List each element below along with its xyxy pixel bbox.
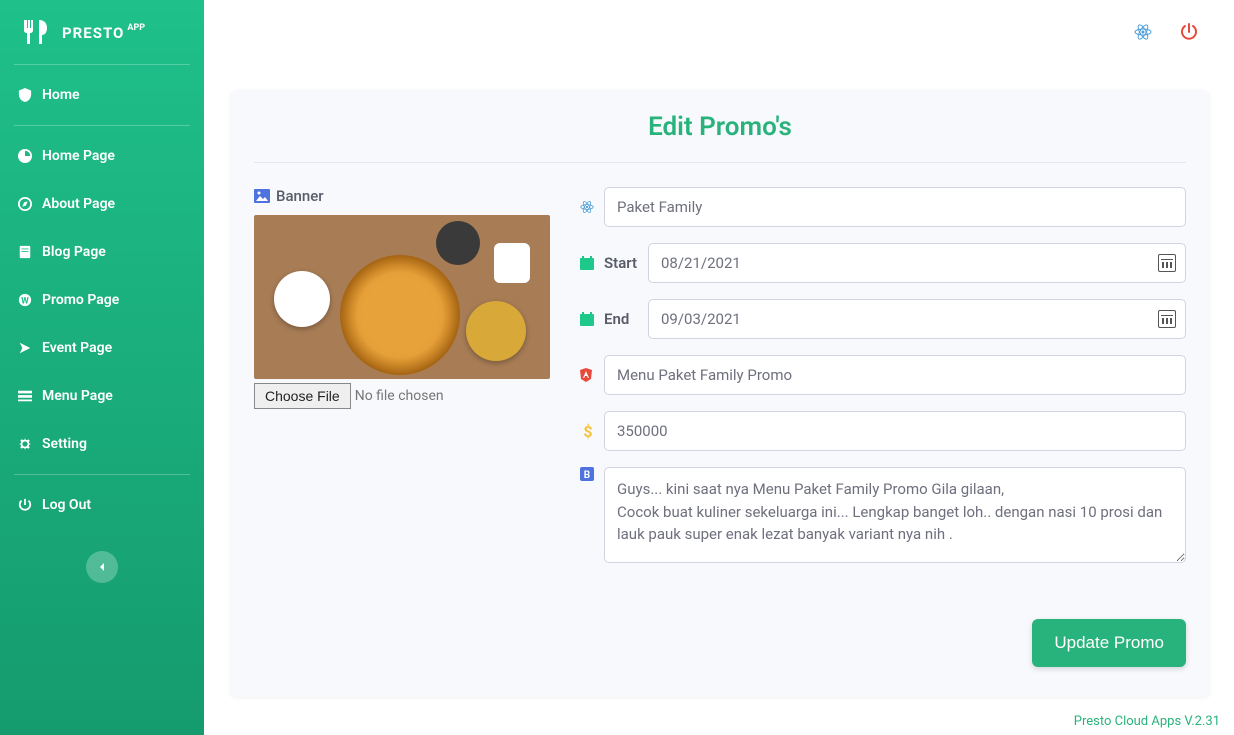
calendar-icon — [580, 256, 596, 270]
promo-name-input[interactable] — [604, 187, 1186, 227]
sidebar-item-about-page[interactable]: About Page — [0, 180, 204, 228]
brand-title: PRESTO — [62, 24, 124, 42]
end-label: End — [604, 310, 640, 328]
dollar-icon: $ — [580, 422, 596, 441]
event-icon — [18, 341, 32, 355]
sidebar-item-label: Blog Page — [42, 244, 106, 260]
sidebar-item-logout[interactable]: Log Out — [0, 481, 204, 529]
brand-sup: APP — [127, 23, 145, 33]
brand[interactable]: PRESTOAPP — [0, 12, 204, 58]
sidebar-collapse-button[interactable] — [86, 551, 118, 583]
sidebar-item-label: Menu Page — [42, 388, 113, 404]
sidebar-item-label: About Page — [42, 196, 115, 212]
choose-file-button[interactable]: Choose File — [254, 383, 351, 409]
end-date-input[interactable] — [648, 299, 1186, 339]
sidebar-item-label: Setting — [42, 436, 87, 452]
main-card: Edit Promo's Banner Choose File No file … — [230, 90, 1210, 697]
sidebar-item-label: Promo Page — [42, 292, 119, 308]
page-title: Edit Promo's — [254, 112, 1186, 142]
svg-text:B: B — [584, 470, 590, 481]
sidebar-item-blog-page[interactable]: Blog Page — [0, 228, 204, 276]
badge-icon: W — [18, 293, 32, 307]
calendar-icon — [580, 312, 596, 326]
menu-icon — [18, 389, 32, 403]
document-icon — [18, 245, 32, 259]
sidebar-item-home-page[interactable]: Home Page — [0, 132, 204, 180]
banner-preview-image — [254, 215, 550, 379]
topbar — [204, 0, 1234, 64]
sidebar-item-label: Home — [42, 87, 80, 103]
banner-label-text: Banner — [276, 187, 324, 205]
sidebar-item-label: Log Out — [42, 497, 91, 513]
gear-icon — [18, 437, 32, 451]
sidebar: PRESTOAPP Home Home Page About Page Blog… — [0, 0, 204, 735]
chevron-left-icon — [97, 562, 107, 572]
bootstrap-icon: B — [580, 467, 596, 481]
shield-icon — [18, 88, 32, 102]
sidebar-item-home[interactable]: Home — [0, 71, 204, 119]
update-promo-button[interactable]: Update Promo — [1032, 619, 1186, 667]
description-textarea[interactable] — [604, 467, 1186, 563]
sidebar-item-label: Home Page — [42, 148, 115, 164]
compass-icon — [18, 197, 32, 211]
power-icon — [18, 498, 32, 512]
dashboard-icon — [18, 149, 32, 163]
start-label: Start — [604, 254, 640, 272]
sidebar-item-promo-page[interactable]: W Promo Page — [0, 276, 204, 324]
atom-icon — [580, 200, 596, 214]
image-icon — [254, 189, 270, 203]
sidebar-item-setting[interactable]: Setting — [0, 420, 204, 468]
angular-icon — [580, 368, 596, 382]
brand-logo-icon — [20, 18, 52, 46]
sidebar-item-menu-page[interactable]: Menu Page — [0, 372, 204, 420]
atom-icon[interactable] — [1134, 23, 1152, 41]
price-input[interactable] — [604, 411, 1186, 451]
start-date-input[interactable] — [648, 243, 1186, 283]
version-text: Presto Cloud Apps V.2.31 — [1074, 714, 1220, 729]
banner-label: Banner — [254, 187, 554, 205]
promo-subtitle-input[interactable] — [604, 355, 1186, 395]
sidebar-item-label: Event Page — [42, 340, 112, 356]
sidebar-item-event-page[interactable]: Event Page — [0, 324, 204, 372]
power-icon[interactable] — [1180, 23, 1198, 41]
svg-text:W: W — [21, 297, 29, 307]
file-status-text: No file chosen — [355, 388, 444, 404]
